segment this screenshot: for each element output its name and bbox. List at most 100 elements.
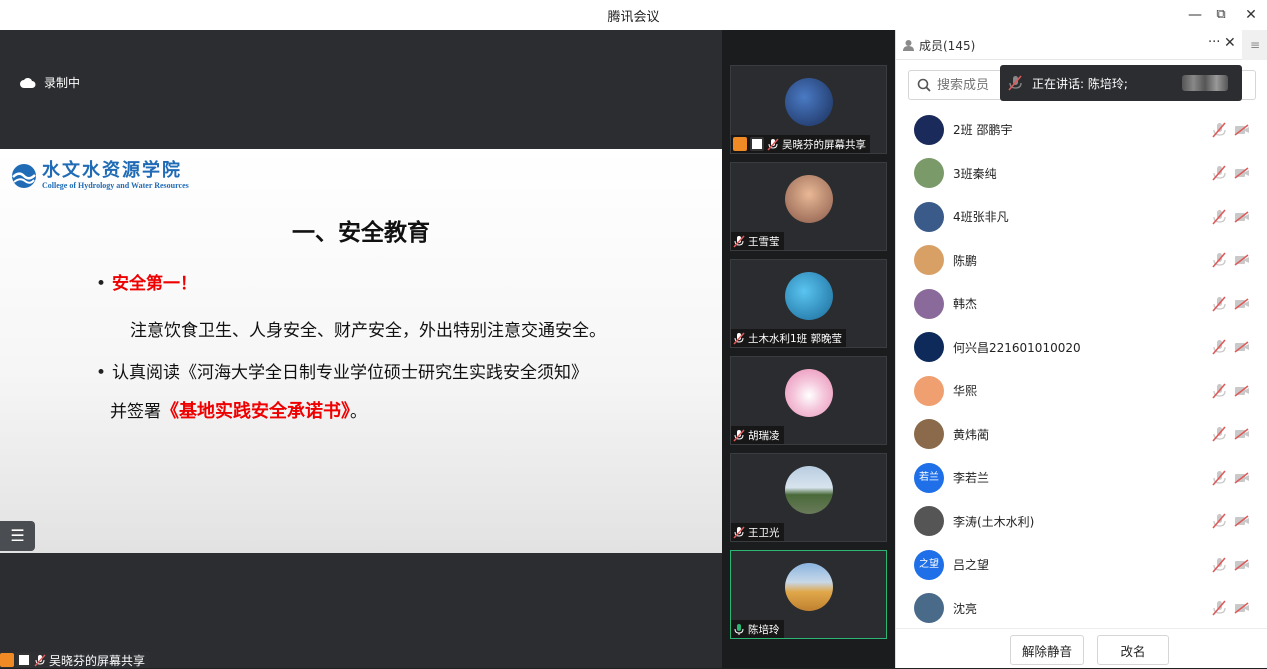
slide-heading: 一、安全教育 [292, 219, 430, 246]
member-name: 陈鹏 [953, 253, 978, 268]
camera-off-icon[interactable] [1234, 558, 1250, 571]
camera-off-icon[interactable] [1234, 297, 1250, 310]
member-row[interactable]: 韩杰 [896, 282, 1267, 325]
member-avatar [914, 332, 944, 362]
muted-mic-icon[interactable] [1212, 165, 1226, 181]
video-tile[interactable]: 土木水利1班 郭晚莹 [730, 259, 887, 348]
muted-mic-icon [34, 653, 46, 667]
bullet-read-rules-text: 认真阅读《河海大学全日制专业学位硕士研究生实践安全须知》 [112, 363, 589, 383]
member-name: 黄炜蔺 [953, 427, 990, 442]
muted-mic-icon[interactable] [1212, 208, 1226, 225]
college-logo-icon [12, 163, 36, 188]
camera-off-icon[interactable] [1234, 341, 1250, 353]
muted-mic-icon[interactable] [1212, 426, 1226, 442]
participant-name: 胡瑞凌 [748, 429, 780, 442]
camera-off-icon[interactable] [1234, 167, 1250, 179]
member-avatar [914, 114, 944, 145]
list-view-button[interactable]: ≡ [1242, 30, 1267, 60]
member-name: 李若兰 [953, 471, 990, 485]
bullet-safety-first-text: 安全第一！ [112, 274, 198, 294]
muted-mic-icon [767, 137, 779, 151]
muted-mic-icon[interactable] [1212, 295, 1226, 312]
close-window-button[interactable]: ✕ [1240, 4, 1262, 26]
video-caption: 吴晓芬的屏幕共享 [731, 135, 870, 153]
speaking-text: 正在讲话: 陈培玲; [1032, 76, 1128, 91]
member-row[interactable]: 3班秦纯 [896, 152, 1267, 195]
camera-off-icon[interactable] [1234, 254, 1250, 266]
video-caption: 胡瑞凌 [731, 426, 784, 444]
video-caption: 土木水利1班 郭晚莹 [731, 329, 847, 347]
more-options-button[interactable]: ··· [1208, 35, 1220, 50]
member-avatar: 若兰 [914, 462, 944, 493]
muted-mic-icon [733, 428, 745, 442]
video-caption: 陈培玲 [731, 620, 784, 638]
member-row[interactable]: 黄炜蔺 [896, 413, 1267, 456]
muted-mic-icon[interactable] [1212, 469, 1226, 486]
member-avatar [914, 158, 944, 188]
member-name: 沈亮 [953, 601, 978, 616]
unmute-all-button[interactable]: 解除静音 [1010, 635, 1084, 665]
member-row[interactable]: 陈鹏 [896, 239, 1267, 282]
video-tile[interactable]: 胡瑞凌 [730, 356, 887, 445]
rename-button[interactable]: 改名 [1097, 635, 1169, 665]
muted-mic-icon[interactable] [1212, 121, 1226, 138]
camera-off-icon[interactable] [1234, 602, 1250, 614]
member-avatar: 之望 [914, 549, 944, 580]
video-tile[interactable]: 王卫光 [730, 453, 887, 542]
screen-share-owner: 吴晓芬的屏幕共享 [49, 653, 146, 668]
muted-mic-icon[interactable] [1212, 556, 1226, 573]
member-avatar [914, 245, 944, 275]
camera-off-icon[interactable] [1234, 384, 1250, 397]
muted-mic-icon[interactable] [1212, 600, 1226, 616]
speaking-indicator: 正在讲话: 陈培玲; [1000, 65, 1242, 101]
camera-off-icon[interactable] [1234, 210, 1250, 223]
member-row[interactable]: 若兰 李若兰 [896, 456, 1267, 499]
members-panel-header: 成员(145) ··· ✕ ≡ [896, 30, 1267, 60]
member-name: 何兴昌221601010020 [953, 340, 1081, 355]
restore-button[interactable]: ⧉ [1210, 4, 1232, 26]
minimize-button[interactable]: — [1184, 4, 1206, 26]
member-row[interactable]: 何兴昌221601010020 [896, 326, 1267, 369]
camera-off-icon[interactable] [1234, 123, 1250, 136]
muted-mic-icon[interactable] [1212, 252, 1226, 268]
recording-indicator: 录制中 [20, 74, 80, 91]
close-panel-button[interactable]: ✕ [1224, 35, 1236, 51]
presentation-slide: 水文水资源学院 College of Hydrology and Water R… [0, 149, 722, 553]
user-icon [733, 137, 747, 151]
sign-paragraph: 并签署《基地实践安全承诺书》。 [110, 397, 367, 423]
muted-mic-icon[interactable] [1212, 339, 1226, 355]
member-row[interactable]: 之望 吕之望 [896, 543, 1267, 586]
member-row[interactable]: 沈亮 [896, 587, 1267, 630]
participant-name: 陈培玲 [748, 623, 780, 636]
camera-off-icon[interactable] [1234, 515, 1250, 527]
member-row[interactable]: 李涛(土木水利) [896, 500, 1267, 543]
muted-mic-icon [733, 525, 745, 539]
member-avatar [914, 506, 944, 536]
member-name: 华熙 [953, 384, 978, 398]
camera-off-icon[interactable] [1234, 428, 1250, 440]
muted-mic-icon [733, 234, 745, 248]
participant-name: 吴晓芬的屏幕共享 [782, 138, 866, 151]
member-name: 4班张非凡 [953, 210, 1009, 224]
muted-mic-icon[interactable] [1212, 513, 1226, 529]
video-tile-active-speaker[interactable]: 陈培玲 [730, 550, 887, 639]
camera-off-icon[interactable] [1234, 471, 1250, 484]
member-row[interactable]: 2班 邵鹏宇 [896, 108, 1267, 151]
member-name: 3班秦纯 [953, 166, 997, 181]
member-avatar [914, 419, 944, 449]
member-row[interactable]: 4班张非凡 [896, 195, 1267, 238]
slide-menu-button[interactable]: ☰ [0, 521, 35, 551]
video-tile[interactable]: 吴晓芬的屏幕共享 [730, 65, 887, 154]
member-name: 2班 邵鹏宇 [953, 123, 1013, 137]
search-input[interactable] [937, 77, 997, 93]
sign-suffix: 。 [350, 402, 367, 422]
muted-mic-icon [1008, 75, 1022, 91]
members-title: 成员(145) [902, 37, 975, 54]
sign-prefix: 并签署 [110, 402, 161, 422]
video-tile[interactable]: 王雪莹 [730, 162, 887, 251]
muted-mic-icon[interactable] [1212, 382, 1226, 399]
recording-label: 录制中 [44, 76, 81, 90]
participant-name: 王卫光 [748, 526, 780, 539]
blurred-avatars [1182, 75, 1228, 91]
member-row[interactable]: 华熙 [896, 369, 1267, 412]
